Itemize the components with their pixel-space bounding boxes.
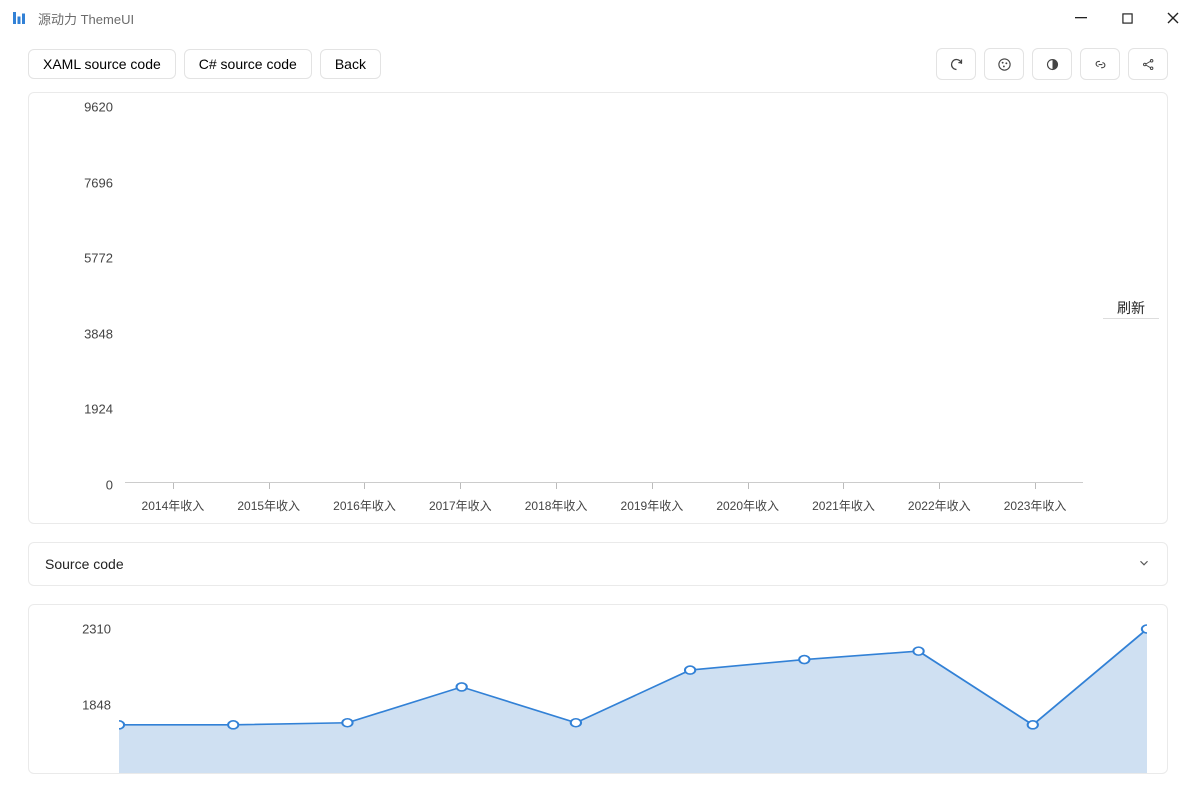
titlebar: 源动力 ThemeUI [0, 0, 1196, 36]
app-logo-icon [10, 9, 28, 27]
x-tick-label: 2017年收入 [412, 483, 508, 523]
bar-chart-card: 9620 7696 5772 3848 1924 0 2014年收入2015年收… [28, 92, 1168, 524]
source-code-accordion[interactable]: Source code [28, 542, 1168, 586]
area-chart-card: 2310 1848 [28, 604, 1168, 774]
y-tick-label: 1924 [29, 402, 113, 417]
area-chart-plot [119, 615, 1147, 774]
window-controls [1058, 0, 1196, 36]
x-tick-label: 2016年收入 [317, 483, 413, 523]
x-tick-label: 2018年收入 [508, 483, 604, 523]
chevron-down-icon [1137, 556, 1151, 573]
minimize-button[interactable] [1058, 0, 1104, 36]
refresh-side-button[interactable]: 刷新 [1103, 298, 1159, 319]
y-tick-label: 1848 [29, 698, 111, 713]
x-tick-label: 2023年收入 [987, 483, 1083, 523]
x-tick-label: 2014年收入 [125, 483, 221, 523]
y-tick-label: 9620 [29, 100, 113, 115]
refresh-icon-button[interactable] [936, 48, 976, 80]
csharp-source-button[interactable]: C# source code [184, 49, 312, 79]
toolbar: XAML source code C# source code Back [0, 36, 1196, 92]
xaml-source-button[interactable]: XAML source code [28, 49, 176, 79]
x-tick-label: 2015年收入 [221, 483, 317, 523]
close-button[interactable] [1150, 0, 1196, 36]
y-tick-label: 5772 [29, 251, 113, 266]
x-tick-label: 2019年收入 [604, 483, 700, 523]
share-icon-button[interactable] [1128, 48, 1168, 80]
x-tick-label: 2022年收入 [891, 483, 987, 523]
back-button[interactable]: Back [320, 49, 381, 79]
y-tick-label: 3848 [29, 326, 113, 341]
accordion-label: Source code [45, 556, 124, 572]
bar-chart-plot: 9620 7696 5772 3848 1924 0 2014年收入2015年收… [29, 93, 1103, 523]
palette-icon-button[interactable] [984, 48, 1024, 80]
y-tick-label: 0 [29, 478, 113, 493]
x-tick-label: 2021年收入 [796, 483, 892, 523]
window-title: 源动力 ThemeUI [38, 9, 134, 28]
link-icon-button[interactable] [1080, 48, 1120, 80]
content-scroll[interactable]: 9620 7696 5772 3848 1924 0 2014年收入2015年收… [0, 92, 1196, 796]
bar-chart-bars [125, 107, 1083, 483]
y-tick-label: 7696 [29, 175, 113, 190]
x-tick-label: 2020年收入 [700, 483, 796, 523]
y-tick-label: 2310 [29, 622, 111, 637]
contrast-icon-button[interactable] [1032, 48, 1072, 80]
maximize-button[interactable] [1104, 0, 1150, 36]
